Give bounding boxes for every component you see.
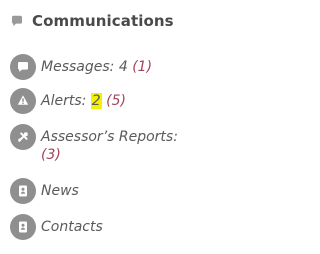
assessor-reports-label: Assessor’s Reports: (3)	[41, 122, 178, 164]
messages-count: 4	[118, 59, 128, 75]
messages-subcount: (1)	[132, 59, 153, 75]
page-title: Communications	[32, 12, 174, 30]
alert-icon	[10, 88, 36, 114]
contact-card-icon	[10, 178, 36, 204]
speech-bubble-icon	[10, 14, 24, 28]
alerts-label-text: Alerts:	[41, 93, 87, 109]
contacts-label: Contacts	[41, 212, 103, 236]
contact-card-icon	[10, 214, 36, 240]
news-label: News	[41, 176, 79, 200]
contacts-label-text: Contacts	[41, 219, 103, 235]
messages-label-text: Messages:	[41, 59, 115, 75]
sidebar-item-assessor-reports[interactable]: Assessor’s Reports: (3)	[10, 122, 240, 176]
sidebar-item-contacts[interactable]: Contacts	[10, 212, 240, 246]
sidebar-item-messages[interactable]: Messages: 4 (1)	[10, 52, 240, 86]
communications-panel: Communications Messages: 4 (1) Alerts: 2…	[0, 0, 242, 254]
message-icon	[10, 54, 36, 80]
sidebar-item-alerts[interactable]: Alerts: 2 (5)	[10, 86, 240, 122]
alerts-subcount: (5)	[106, 93, 127, 109]
communications-menu: Messages: 4 (1) Alerts: 2 (5) Assessor’s…	[10, 52, 240, 246]
assessor-reports-label-text: Assessor’s Reports:	[41, 129, 178, 145]
alerts-label: Alerts: 2 (5)	[41, 86, 126, 110]
news-label-text: News	[41, 183, 79, 199]
assessor-reports-subcount: (3)	[41, 147, 61, 163]
communications-header: Communications	[10, 12, 174, 30]
sidebar-item-news[interactable]: News	[10, 176, 240, 212]
messages-label: Messages: 4 (1)	[41, 52, 152, 76]
alerts-count: 2	[90, 93, 102, 109]
tools-icon	[10, 124, 36, 150]
